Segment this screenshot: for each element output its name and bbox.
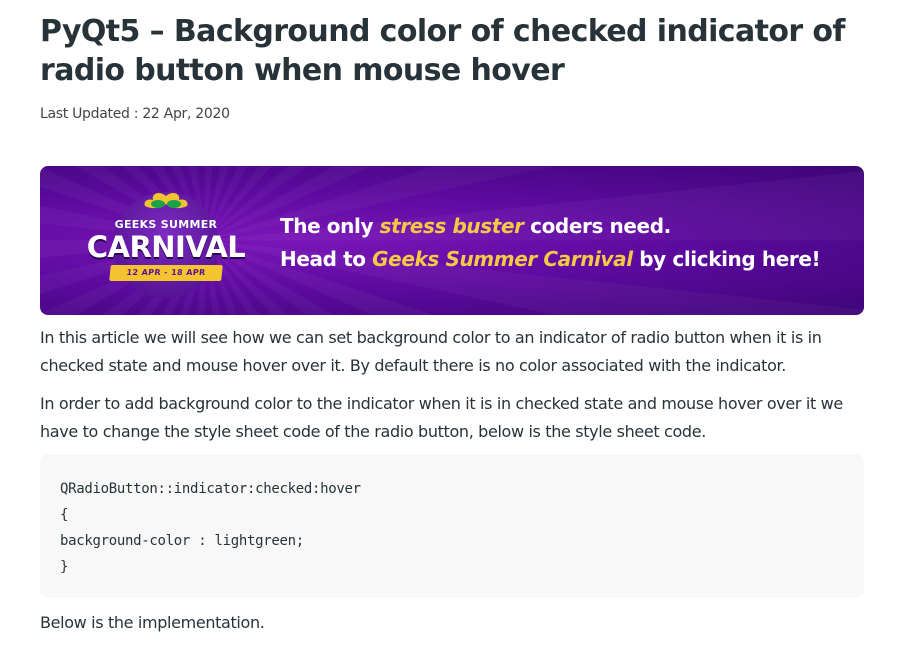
logo-dates-ribbon: 12 APR - 18 APR	[109, 265, 223, 281]
banner-line-1: The only stress buster coders need.	[280, 210, 820, 243]
code-text[interactable]: QRadioButton::indicator:checked:hover { …	[40, 454, 864, 602]
logo-title: CARNIVAL	[86, 230, 246, 264]
banner-line-2-post: by clicking here!	[632, 247, 821, 271]
promo-banner[interactable]: GEEKS SUMMER CARNIVAL 12 APR - 18 APR Th…	[40, 166, 864, 315]
banner-line-2: Head to Geeks Summer Carnival by clickin…	[280, 243, 821, 276]
banner-line-2-highlight: Geeks Summer Carnival	[372, 247, 633, 271]
banner-line-1-highlight: stress buster	[379, 214, 524, 238]
last-updated: Last Updated : 22 Apr, 2020	[40, 106, 230, 122]
banner-line-2-pre: Head to	[280, 247, 373, 271]
stylesheet-paragraph: In order to add background color to the …	[40, 394, 843, 441]
banner-line-1-post: coders need.	[523, 214, 671, 238]
implementation-paragraph: Below is the implementation.	[40, 613, 265, 632]
page-title: PyQt5 – Background color of checked indi…	[40, 14, 845, 88]
carnival-mask-icon	[144, 193, 188, 209]
intro-paragraph: In this article we will see how we can s…	[40, 328, 822, 375]
code-block[interactable]: QRadioButton::indicator:checked:hover { …	[40, 454, 864, 598]
banner-line-1-pre: The only	[280, 214, 380, 238]
carnival-logo: GEEKS SUMMER CARNIVAL 12 APR - 18 APR	[82, 186, 282, 304]
banner-headline[interactable]: The only stress buster coders need. Head…	[280, 210, 821, 276]
